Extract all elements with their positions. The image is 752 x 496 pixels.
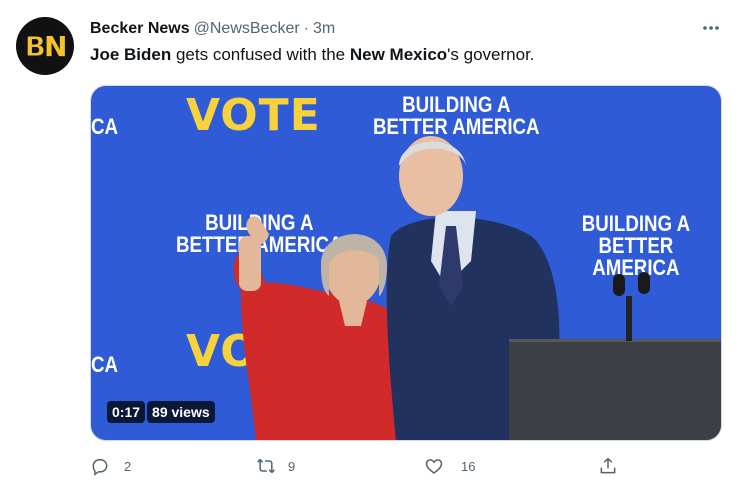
tweet-header: Becker News @NewsBecker · 3m	[90, 20, 335, 38]
avatar-logo: BN	[24, 29, 67, 63]
tweet[interactable]: BN Becker News @NewsBecker · 3m Joe Bide…	[0, 0, 752, 496]
like-count: 16	[461, 458, 476, 474]
tweet-actions: 2 9 16	[90, 456, 630, 484]
like-button[interactable]: 16	[424, 456, 475, 476]
reply-icon	[92, 459, 108, 476]
tweet-text-bold-1: Joe Biden	[90, 45, 172, 64]
reply-button[interactable]: 2	[90, 456, 131, 476]
tweet-text-part-2: gets confused with the	[171, 45, 350, 64]
mic-stand	[626, 296, 632, 341]
more-icon[interactable]	[700, 17, 722, 39]
video-views: 89 views	[147, 401, 215, 423]
microphone-right	[638, 272, 650, 294]
share-button[interactable]	[598, 456, 618, 476]
reply-count: 2	[124, 458, 132, 474]
separator: ·	[303, 20, 309, 37]
video-player[interactable]: CA VOTE BUILDING A BETTER AMERICA BUILDI…	[90, 85, 722, 441]
timestamp[interactable]: 3m	[313, 20, 335, 38]
retweet-button[interactable]: 9	[256, 456, 295, 476]
tweet-text: Joe Biden gets confused with the New Mex…	[90, 45, 535, 65]
podium	[509, 339, 721, 440]
author-name[interactable]: Becker News	[90, 20, 190, 38]
microphone-left	[613, 274, 625, 296]
author-handle[interactable]: @NewsBecker	[194, 20, 300, 38]
retweet-count: 9	[288, 458, 296, 474]
tweet-text-part-4: 's governor.	[447, 45, 535, 64]
heart-icon	[425, 459, 443, 475]
share-icon	[600, 457, 616, 474]
tweet-text-bold-2: New Mexico	[349, 45, 448, 64]
video-duration: 0:17	[107, 401, 146, 423]
avatar[interactable]: BN	[16, 17, 74, 75]
video-info-badge: 0:17 89 views	[107, 401, 215, 423]
retweet-icon	[257, 458, 275, 474]
